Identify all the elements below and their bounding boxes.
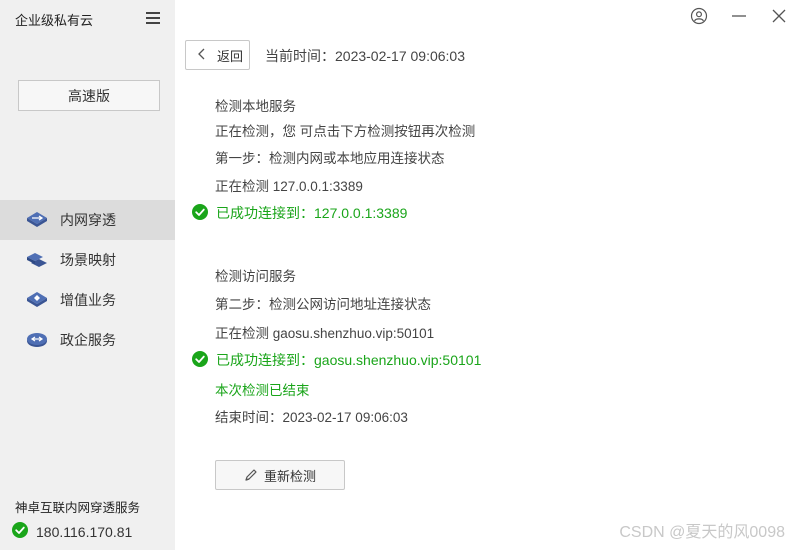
hamburger-menu-icon[interactable] bbox=[146, 12, 160, 24]
remote-success-text: 已成功连接到：gaosu.shenzhuo.vip:50101 bbox=[216, 352, 482, 368]
checking-local-text: 正在检测 127.0.0.1:3389 bbox=[215, 179, 363, 194]
checking-remote-text: 正在检测 gaosu.shenzhuo.vip:50101 bbox=[215, 326, 435, 341]
app-title: 企业级私有云 bbox=[15, 13, 94, 28]
window-controls bbox=[688, 6, 790, 26]
edition-button[interactable]: 高速版 bbox=[18, 80, 160, 111]
nav-item-label: 增值业务 bbox=[60, 292, 116, 308]
check-circle-icon bbox=[192, 350, 208, 370]
service-ip-text: 180.116.170.81 bbox=[36, 523, 133, 540]
nav-item-scene-mapping[interactable]: 场景映射 bbox=[0, 240, 175, 280]
sidebar-nav: 内网穿透 场景映射 增值业务 政企服务 bbox=[0, 200, 175, 360]
remote-success-row: 已成功连接到：gaosu.shenzhuo.vip:50101 bbox=[192, 350, 481, 370]
local-success-row: 已成功连接到：127.0.0.1:3389 bbox=[192, 203, 407, 223]
nav-item-label: 内网穿透 bbox=[60, 212, 116, 228]
step1-text: 第一步：检测内网或本地应用连接状态 bbox=[215, 151, 445, 166]
service-ip-status: 180.116.170.81 bbox=[12, 522, 132, 541]
service-name: 神卓互联内网穿透服务 bbox=[15, 501, 141, 515]
nav-item-value-added[interactable]: 增值业务 bbox=[0, 280, 175, 320]
tunnel-icon bbox=[25, 208, 49, 232]
enterprise-service-icon bbox=[25, 328, 49, 352]
main-panel: 返回 当前时间：2023-02-17 09:06:03 检测本地服务 正在检测，… bbox=[175, 0, 800, 550]
local-check-title: 检测本地服务 bbox=[215, 99, 296, 114]
back-label: 返回 bbox=[217, 48, 244, 64]
chevron-left-icon bbox=[198, 48, 205, 63]
recheck-label: 重新检测 bbox=[263, 468, 316, 484]
local-check-desc: 正在检测，您 可点击下方检测按钮再次检测 bbox=[215, 124, 476, 139]
pencil-icon bbox=[244, 468, 258, 482]
end-time-text: 结束时间：2023-02-17 09:06:03 bbox=[215, 410, 408, 425]
current-time: 当前时间：2023-02-17 09:06:03 bbox=[265, 48, 465, 64]
step2-text: 第二步：检测公网访问地址连接状态 bbox=[215, 297, 431, 312]
recheck-button[interactable]: 重新检测 bbox=[215, 460, 345, 490]
value-added-icon bbox=[25, 288, 49, 312]
scene-mapping-icon bbox=[25, 248, 49, 272]
nav-item-label: 政企服务 bbox=[60, 332, 116, 348]
nav-item-intranet-penetration[interactable]: 内网穿透 bbox=[0, 200, 175, 240]
minimize-icon[interactable] bbox=[728, 6, 750, 26]
check-circle-icon bbox=[192, 203, 208, 223]
sidebar: 企业级私有云 高速版 内网穿透 场景映射 增值业务 政企服务 神卓互联内网穿透服… bbox=[0, 0, 175, 550]
close-icon[interactable] bbox=[768, 6, 790, 26]
check-circle-icon bbox=[12, 522, 28, 541]
local-success-text: 已成功连接到：127.0.0.1:3389 bbox=[216, 205, 408, 221]
back-button[interactable]: 返回 bbox=[185, 40, 250, 70]
watermark: CSDN @夏天的风0098 bbox=[619, 524, 785, 541]
nav-item-enterprise-service[interactable]: 政企服务 bbox=[0, 320, 175, 360]
nav-item-label: 场景映射 bbox=[60, 252, 116, 268]
check-ended-text: 本次检测已结束 bbox=[215, 383, 310, 398]
remote-check-title: 检测访问服务 bbox=[215, 269, 296, 284]
user-icon[interactable] bbox=[688, 6, 710, 26]
